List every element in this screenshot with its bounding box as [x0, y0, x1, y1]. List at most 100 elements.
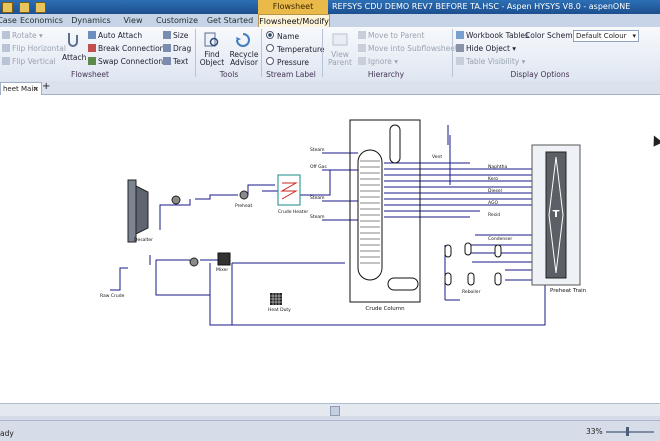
flowsheet-canvas[interactable]: T Raw Crude Desalter Preheat Crude Heate…	[0, 95, 660, 403]
flip-vertical-button[interactable]: Flip Vertical	[2, 57, 56, 66]
stream-line[interactable]	[155, 260, 210, 296]
document-tabs: heet Main × +	[0, 81, 660, 95]
rotate-button[interactable]: Rotate ▾	[2, 31, 43, 40]
stream-label: Diesel	[488, 188, 502, 194]
workbook-tables-button[interactable]: Workbook Tables	[456, 31, 529, 40]
stream-label: Crude Heater	[278, 209, 308, 215]
recycle-advisor-button[interactable]: Recycle Advisor	[229, 51, 259, 67]
move-into-subflowsheet-icon	[358, 44, 366, 52]
size-button[interactable]: Size	[163, 31, 188, 40]
close-icon[interactable]: ×	[33, 83, 39, 95]
workbook-tables-icon	[456, 31, 464, 39]
radio-selected-icon	[266, 31, 274, 39]
stream-label: Resid	[488, 212, 500, 218]
move-to-parent-button[interactable]: Move to Parent	[358, 31, 424, 40]
stream-label-pressure-radio[interactable]: Pressure	[266, 57, 309, 67]
zoom-slider[interactable]	[606, 431, 654, 433]
group-label-flowsheet: Flowsheet	[71, 70, 109, 79]
stream-label: Condenser	[488, 236, 512, 242]
ribbon-separator	[261, 29, 262, 77]
status-text: ady	[0, 429, 14, 438]
stream-label-temperature-radio[interactable]: Temperature	[266, 44, 325, 54]
text-button[interactable]: Text	[163, 57, 188, 66]
attach-icon	[64, 31, 82, 49]
tab-customize[interactable]: Customize	[156, 14, 198, 27]
mixer[interactable]	[217, 252, 231, 266]
stream-line[interactable]	[200, 259, 221, 263]
find-object-button[interactable]: Find Object	[199, 51, 225, 67]
stream-label: Desalter	[134, 237, 153, 243]
side-strippers[interactable]	[444, 242, 502, 286]
stream-line[interactable]	[247, 184, 275, 195]
heat-exchanger-icon[interactable]	[171, 195, 181, 205]
preheat-train-label: Preheat Train	[550, 288, 587, 294]
stream-label: Naphtha	[488, 164, 507, 170]
size-icon	[163, 31, 171, 39]
tab-view[interactable]: View	[120, 14, 146, 27]
horizontal-scrollbar[interactable]	[0, 403, 660, 416]
heat-exchanger-icon[interactable]	[239, 190, 249, 200]
chevron-down-icon: ▾	[632, 32, 636, 40]
crude-heater[interactable]	[277, 174, 301, 206]
desalter[interactable]	[127, 179, 149, 243]
scrollbar-thumb[interactable]	[330, 406, 340, 416]
swap-connection-icon	[88, 57, 96, 65]
move-into-subflowsheet-button[interactable]: Move into Subflowsheet	[358, 44, 458, 53]
tab-get-started[interactable]: Get Started	[204, 14, 256, 27]
heat-duty-block[interactable]	[270, 293, 282, 305]
stream-line[interactable]	[195, 194, 238, 200]
rotate-icon	[2, 31, 10, 39]
stream-label-name-radio[interactable]: Name	[266, 31, 299, 41]
stream-line[interactable]	[447, 125, 451, 185]
swap-connection-button[interactable]: Swap Connection	[88, 57, 163, 66]
stream-label: Raw Crude	[100, 293, 125, 299]
condenser-drum[interactable]	[389, 124, 401, 164]
hide-object-button[interactable]: Hide Object ▾	[456, 44, 516, 53]
table-visibility-icon	[456, 57, 464, 65]
tab-case[interactable]: Case	[0, 14, 18, 27]
stream-line[interactable]	[300, 169, 358, 196]
pfd-diagram[interactable]: T Raw Crude Desalter Preheat Crude Heate…	[0, 95, 660, 403]
group-label-display-options: Display Options	[510, 70, 570, 79]
flip-horizontal-button[interactable]: Flip Horizontal	[2, 44, 66, 53]
table-visibility-button[interactable]: Table Visibility ▾	[456, 57, 525, 66]
ribbon-separator	[452, 29, 453, 77]
ribbon-separator	[322, 29, 323, 77]
save-icon[interactable]	[2, 2, 13, 13]
ribbon-separator	[195, 29, 196, 77]
color-scheme-label: Color Scheme	[525, 31, 578, 40]
context-tab-flowsheet: Flowsheet	[258, 0, 328, 14]
color-scheme-dropdown[interactable]: Default Colour ▾	[573, 30, 639, 42]
tab-economics[interactable]: Economics	[20, 14, 63, 27]
auto-attach-button[interactable]: Auto Attach	[88, 31, 142, 40]
stream-label: Preheat	[235, 203, 253, 209]
stream-label: Heat Duty	[268, 307, 291, 313]
zoom-level: 33%	[586, 427, 603, 436]
break-connection-button[interactable]: Break Connection	[88, 44, 164, 53]
crude-column[interactable]	[357, 149, 383, 281]
reboiler-drum[interactable]	[387, 277, 419, 291]
tab-dynamics[interactable]: Dynamics	[70, 14, 112, 27]
raw-crude-stream[interactable]	[110, 267, 128, 291]
view-parent-button[interactable]: View Parent	[326, 51, 354, 67]
zoom-slider-handle[interactable]	[626, 427, 629, 436]
radio-icon	[266, 57, 274, 65]
stream-label: Steam	[310, 195, 325, 201]
group-label-tools: Tools	[219, 70, 239, 79]
undo-icon[interactable]	[35, 2, 47, 13]
tab-sheet-main[interactable]: heet Main ×	[0, 82, 42, 95]
ignore-button[interactable]: Ignore ▾	[358, 57, 398, 66]
break-connection-icon	[88, 44, 96, 52]
view-parent-icon	[331, 31, 349, 49]
tab-flowsheet-modify[interactable]: Flowsheet/Modify	[258, 14, 330, 28]
stream-label: Steam	[310, 147, 325, 153]
attach-button[interactable]: Attach	[62, 53, 86, 62]
auto-attach-icon	[88, 31, 96, 39]
crude-column-label: Crude Column	[365, 306, 405, 312]
stream-label: AGO	[488, 200, 498, 206]
drag-button[interactable]: Drag	[163, 44, 191, 53]
add-tab-button[interactable]: +	[42, 81, 50, 92]
heat-exchanger-icon[interactable]	[189, 257, 199, 267]
flip-vertical-icon	[2, 57, 10, 65]
open-icon[interactable]	[18, 2, 30, 13]
